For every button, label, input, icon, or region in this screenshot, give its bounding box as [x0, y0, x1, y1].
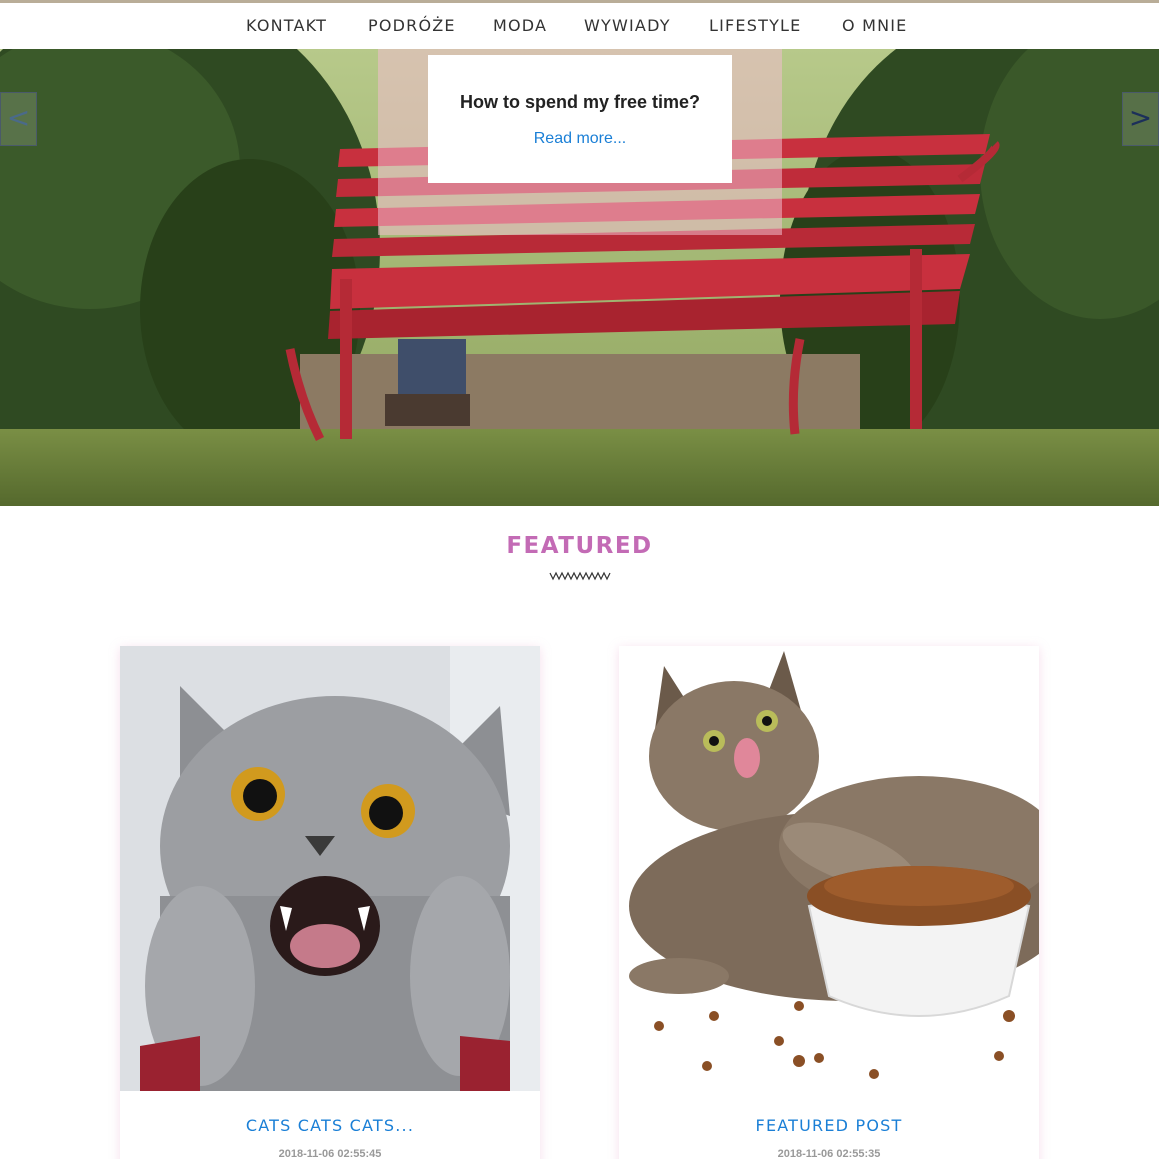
nav-item-moda[interactable]: MODA — [493, 16, 547, 35]
featured-post-card[interactable]: FEATURED POST 2018-11-06 02:55:35 — [619, 646, 1039, 1159]
post-date: 2018-11-06 02:55:35 — [777, 1148, 881, 1159]
post-title[interactable]: CATS CATS CATS... — [120, 1116, 540, 1135]
post-title[interactable]: FEATURED POST — [619, 1116, 1039, 1135]
post-image-cat-with-food[interactable] — [619, 646, 1039, 1091]
post-image-surprised-cat[interactable] — [120, 646, 540, 1091]
nav-item-lifestyle[interactable]: LIFESTYLE — [709, 16, 801, 35]
featured-post-card[interactable]: CATS CATS CATS... 2018-11-06 02:55:45 — [120, 646, 540, 1159]
featured-heading: FEATURED — [506, 533, 653, 559]
zigzag-divider-icon — [549, 571, 611, 581]
hero-title: How to spend my free time? — [459, 92, 701, 112]
hero-slider: How to spend my free time? Read more... … — [0, 49, 1159, 506]
nav-item-wywiady[interactable]: WYWIADY — [584, 16, 671, 35]
slider-prev-button[interactable]: < — [0, 92, 37, 146]
nav-item-podroze[interactable]: PODRÓŻE — [368, 16, 456, 35]
read-more-link[interactable]: Read more... — [428, 130, 732, 148]
post-date: 2018-11-06 02:55:45 — [278, 1148, 382, 1159]
main-nav: KONTAKT PODRÓŻE MODA WYWIADY LIFESTYLE O… — [0, 3, 1159, 49]
slider-next-button[interactable]: > — [1122, 92, 1159, 146]
hero-caption-card: How to spend my free time? Read more... — [428, 55, 732, 183]
nav-item-kontakt[interactable]: KONTAKT — [246, 16, 327, 35]
nav-item-o-mnie[interactable]: O MNIE — [842, 16, 907, 35]
